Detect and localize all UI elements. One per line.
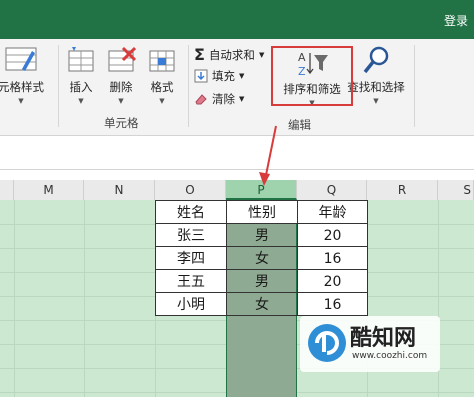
coozhi-logo-icon — [308, 324, 346, 362]
watermark-url: www.coozhi.com — [352, 351, 428, 361]
watermark-logo: 酷知网 www.coozhi.com — [300, 316, 440, 372]
watermark-name: 酷知网 — [350, 326, 417, 351]
